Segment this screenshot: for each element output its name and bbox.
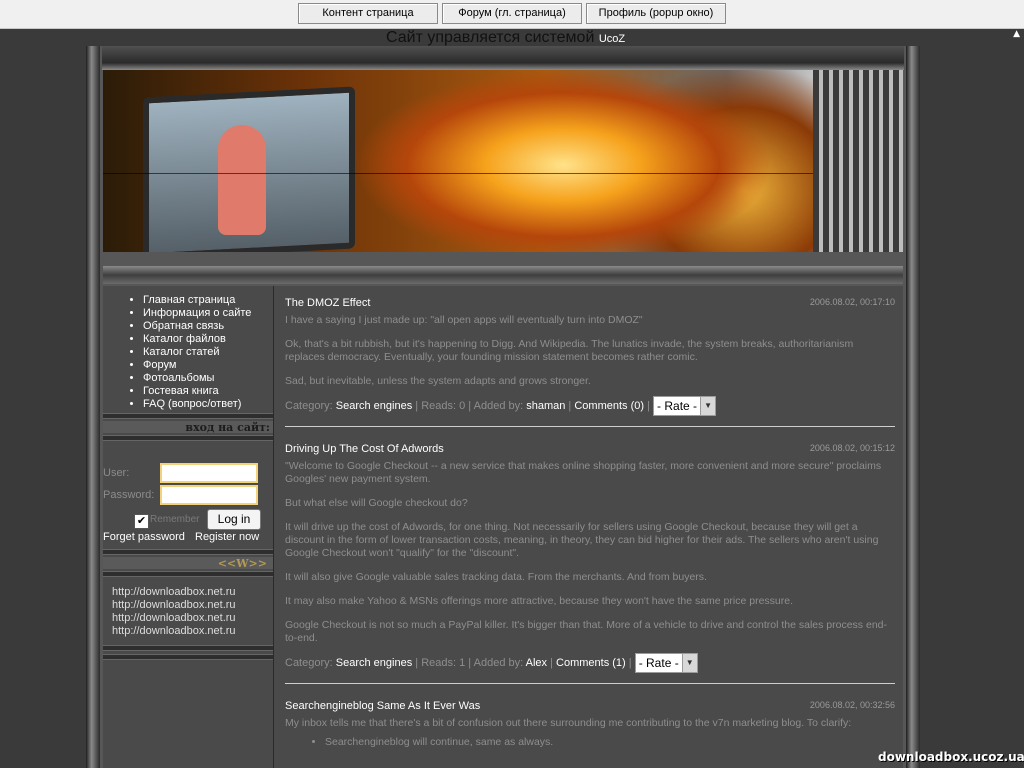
forgot-password-link[interactable]: Forget password <box>103 531 185 543</box>
nav-item-photos[interactable]: Фотоальбомы <box>143 372 273 385</box>
divider <box>103 571 273 577</box>
post-title[interactable]: Driving Up The Cost Of Adwords <box>285 443 895 455</box>
remember-checkbox[interactable]: ✔ <box>134 514 149 529</box>
post-paragraph: "Welcome to Google Checkout -- a new ser… <box>285 460 882 485</box>
link-item[interactable]: http://downloadbox.net.ru <box>112 599 273 612</box>
nav-item-home[interactable]: Главная страница <box>143 294 273 307</box>
added-by-label: Added by: <box>473 656 524 669</box>
post-title[interactable]: The DMOZ Effect <box>285 297 895 309</box>
register-link[interactable]: Register now <box>195 531 259 543</box>
post-date: 2006.08.02, 00:15:12 <box>809 443 895 453</box>
nav-item-guestbook[interactable]: Гостевая книга <box>143 385 273 398</box>
post: Driving Up The Cost Of Adwords 2006.08.0… <box>285 443 895 673</box>
forum-main-button[interactable]: Форум (гл. страница) <box>442 3 582 24</box>
reads-label: Reads: <box>421 656 457 669</box>
divider <box>103 654 273 660</box>
frame-top-bar <box>102 46 904 70</box>
comments-link[interactable]: Comments (0) <box>574 400 644 412</box>
reads-label: Reads: <box>421 399 457 412</box>
category-link[interactable]: Search engines <box>336 400 412 412</box>
header-banner <box>103 70 903 252</box>
post-paragraph: It will also give Google valuable sales … <box>285 571 707 583</box>
w-block-title: <<W>> <box>103 557 273 570</box>
divider <box>103 435 273 441</box>
watermark: downloadbox.ucoz.ua <box>878 750 1024 764</box>
link-item[interactable]: http://downloadbox.net.ru <box>112 625 273 638</box>
post-paragraph: It will drive up the cost of Adwords, fo… <box>285 521 879 559</box>
post: Searchengineblog Same As It Ever Was 200… <box>285 700 895 749</box>
author-link[interactable]: Alex <box>526 657 547 669</box>
post-divider <box>285 426 895 427</box>
rate-select[interactable]: - Rate - ▼ <box>634 653 698 673</box>
post-date: 2006.08.02, 00:32:56 <box>809 700 895 710</box>
remember-label: Remember <box>150 514 200 525</box>
nav-item-articles[interactable]: Каталог статей <box>143 346 273 359</box>
banner-bottom-bar <box>103 266 903 284</box>
divider <box>103 549 273 555</box>
nav-item-faq[interactable]: FAQ (вопрос/ответ) <box>143 398 273 411</box>
ucoz-link[interactable]: UcoZ <box>599 33 625 45</box>
chevron-down-icon: ▼ <box>681 654 697 672</box>
post-paragraph: But what else will Google checkout do? <box>285 497 468 509</box>
links-block: http://downloadbox.net.ru http://downloa… <box>103 579 273 638</box>
category-link[interactable]: Search engines <box>336 657 412 669</box>
banner-stripes-graphic <box>813 70 903 252</box>
post: The DMOZ Effect 2006.08.02, 00:17:10 I h… <box>285 297 895 416</box>
link-item[interactable]: http://downloadbox.net.ru <box>112 612 273 625</box>
login-block-title: вход на сайт: <box>103 421 273 434</box>
nav-item-forum[interactable]: Форум <box>143 359 273 372</box>
post-paragraph: Google Checkout is not so much a PayPal … <box>285 619 887 644</box>
rate-value: - Rate - <box>657 399 698 413</box>
category-label: Category: <box>285 399 333 412</box>
password-input[interactable] <box>160 485 258 505</box>
divider <box>103 645 273 651</box>
post-meta: Category: Search engines | Reads: 1 | Ad… <box>285 653 895 673</box>
post-paragraph: My inbox tells me that there's a bit of … <box>285 717 852 729</box>
ucoz-credit: Сайт управляется системой UcoZ <box>386 29 625 47</box>
password-label: Password: <box>103 489 155 501</box>
nav-item-about[interactable]: Информация о сайте <box>143 307 273 320</box>
top-toolbar: Контент страница Форум (гл. страница) Пр… <box>0 0 1024 29</box>
post-paragraph: I have a saying I just made up: "all ope… <box>285 314 643 326</box>
credit-text: Сайт управляется системой <box>386 29 595 46</box>
chevron-down-icon: ▼ <box>700 397 716 415</box>
profile-popup-button[interactable]: Профиль (popup окно) <box>586 3 726 24</box>
post-paragraph: It may also make Yahoo & MSNs offerings … <box>285 595 793 607</box>
scroll-up-icon[interactable]: ▲ <box>1013 29 1020 39</box>
main-nav: Главная страница Информация о сайте Обра… <box>103 286 273 411</box>
character-figure-graphic <box>218 125 266 235</box>
main-content: The DMOZ Effect 2006.08.02, 00:17:10 I h… <box>274 286 903 768</box>
link-item[interactable]: http://downloadbox.net.ru <box>112 586 273 599</box>
right-rail <box>906 46 920 768</box>
post-paragraph: Sad, but inevitable, unless the system a… <box>285 375 591 387</box>
left-rail <box>86 46 100 768</box>
divider <box>103 413 273 419</box>
author-link[interactable]: shaman <box>526 400 565 412</box>
list-item: Searchengineblog will continue, same as … <box>325 736 895 749</box>
comments-link[interactable]: Comments (1) <box>556 657 626 669</box>
post-meta: Category: Search engines | Reads: 0 | Ad… <box>285 396 895 416</box>
rate-select[interactable]: - Rate - ▼ <box>653 396 717 416</box>
nav-item-feedback[interactable]: Обратная связь <box>143 320 273 333</box>
post-bullets: Searchengineblog will continue, same as … <box>285 736 895 749</box>
banner-line <box>103 173 903 174</box>
post-divider <box>285 683 895 684</box>
post-date: 2006.08.02, 00:17:10 <box>809 297 895 307</box>
user-label: User: <box>103 467 130 479</box>
added-by-label: Added by: <box>473 399 524 412</box>
username-input[interactable] <box>160 463 258 483</box>
nav-item-files[interactable]: Каталог файлов <box>143 333 273 346</box>
category-label: Category: <box>285 656 333 669</box>
login-form: User: Password: ✔ Remember Log in Forget… <box>103 443 273 547</box>
content-page-button[interactable]: Контент страница <box>298 3 438 24</box>
rate-value: - Rate - <box>638 656 679 670</box>
sidebar: Главная страница Информация о сайте Обра… <box>103 286 274 768</box>
post-title[interactable]: Searchengineblog Same As It Ever Was <box>285 700 895 712</box>
reads-count: 0 <box>459 399 466 412</box>
login-button[interactable]: Log in <box>207 509 261 530</box>
reads-count: 1 <box>459 656 466 669</box>
post-paragraph: Ok, that's a bit rubbish, but it's happe… <box>285 338 854 363</box>
